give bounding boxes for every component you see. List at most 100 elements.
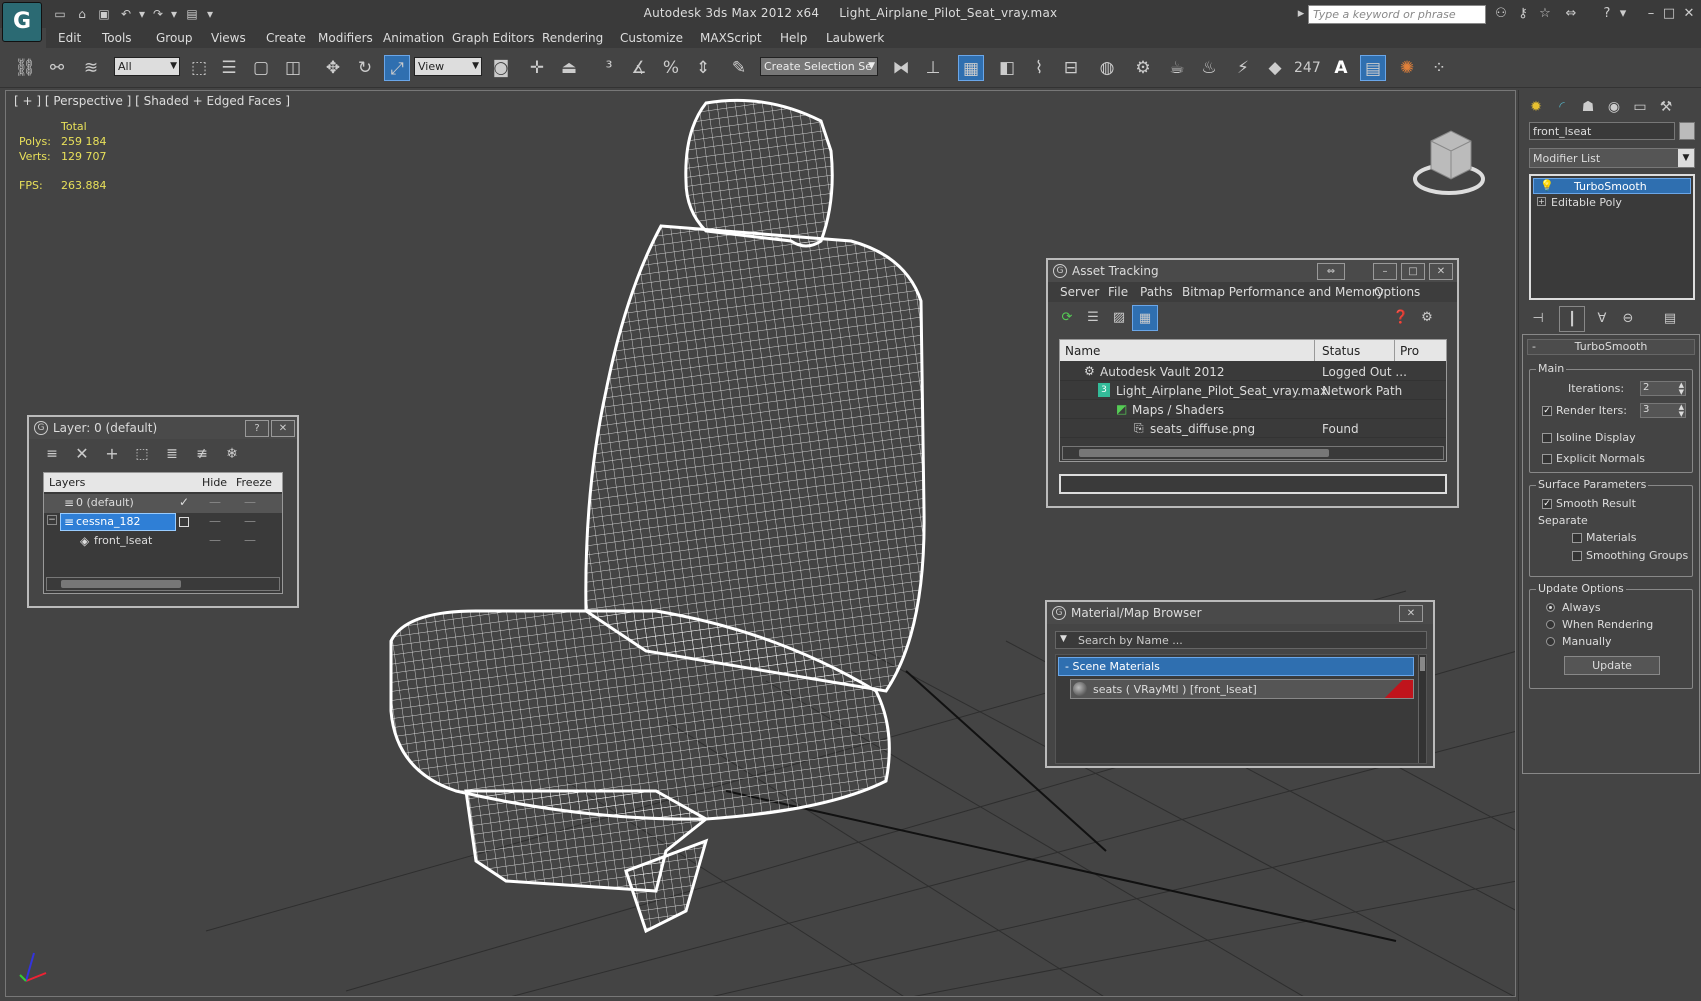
- text-tool-icon[interactable]: A: [1328, 55, 1354, 81]
- settings-icon[interactable]: ⚙: [1414, 305, 1440, 331]
- rendered-frame-window-icon[interactable]: ☕: [1164, 55, 1190, 81]
- material-search-input[interactable]: Search by Name ...: [1078, 634, 1183, 647]
- set-current-checkbox[interactable]: [179, 517, 189, 527]
- create-layer-icon[interactable]: ≡: [39, 441, 65, 467]
- undo-dropdown-icon[interactable]: ▾: [134, 6, 150, 22]
- pivot-center-icon[interactable]: ◙: [488, 55, 514, 81]
- update-when-rendering-radio[interactable]: [1546, 620, 1555, 629]
- column-layers[interactable]: Layers: [49, 476, 85, 489]
- asset-row[interactable]: ◩ Maps / Shaders: [1060, 400, 1446, 419]
- display-tab-icon[interactable]: ▭: [1627, 94, 1653, 120]
- binoculars-icon[interactable]: ⚇: [1492, 6, 1510, 22]
- stack-item-turbosmooth[interactable]: 💡 TurboSmooth: [1533, 178, 1691, 194]
- close-button[interactable]: ✕: [1429, 263, 1453, 280]
- asset-path-field[interactable]: [1059, 474, 1447, 494]
- separate-smoothing-groups-checkbox[interactable]: [1572, 551, 1582, 561]
- thumbnail-view-icon[interactable]: ▨: [1106, 305, 1132, 331]
- menu-create[interactable]: Create: [266, 31, 306, 45]
- particle-icon[interactable]: ✺: [1394, 55, 1420, 81]
- selection-filter-dropdown[interactable]: All ▼: [114, 57, 180, 76]
- close-button[interactable]: ✕: [1399, 605, 1423, 622]
- project-folder-icon[interactable]: ▤: [184, 6, 200, 22]
- vault-help-icon[interactable]: ❓: [1388, 305, 1414, 331]
- modifier-list-dropdown[interactable]: Modifier List ▼: [1529, 148, 1695, 168]
- favorites-star-icon[interactable]: ☆: [1536, 6, 1554, 22]
- current-layer-check-icon[interactable]: ✓: [179, 495, 189, 509]
- minimize-icon[interactable]: –: [1642, 6, 1660, 22]
- column-hide[interactable]: Hide: [202, 476, 227, 489]
- scrollbar-thumb[interactable]: [61, 580, 181, 588]
- rollout-header[interactable]: - TurboSmooth: [1527, 339, 1695, 355]
- menu-views[interactable]: Views: [211, 31, 246, 45]
- redo-icon[interactable]: ↷: [150, 6, 166, 22]
- layer-row[interactable]: − ≡ cessna_182 — —: [44, 513, 282, 532]
- hide-toggle[interactable]: —: [209, 514, 221, 528]
- separate-materials-checkbox[interactable]: [1572, 533, 1582, 543]
- configure-modifier-sets-icon[interactable]: ▤: [1657, 306, 1683, 332]
- select-objects-icon[interactable]: ⬚: [129, 441, 155, 467]
- lightning-icon[interactable]: ⚡: [1230, 55, 1256, 81]
- vertical-scrollbar[interactable]: [1418, 655, 1426, 763]
- scene-materials-group[interactable]: - Scene Materials: [1058, 657, 1414, 676]
- horizontal-scrollbar[interactable]: [46, 577, 280, 591]
- smooth-result-checkbox[interactable]: ✓: [1542, 499, 1552, 509]
- create-tab-icon[interactable]: ✹: [1523, 94, 1549, 120]
- layer-manager-window[interactable]: G Layer: 0 (default) ? ✕ ≡ ✕ + ⬚ ≣ ≢ ❄ L…: [27, 415, 299, 608]
- save-file-icon[interactable]: ▣: [96, 6, 112, 22]
- spinner-arrows-icon[interactable]: ▲ ▼: [1679, 404, 1684, 418]
- redo-dropdown-icon[interactable]: ▾: [166, 6, 182, 22]
- menu-animation[interactable]: Animation: [383, 31, 444, 45]
- edit-named-selection-icon[interactable]: ✎: [726, 55, 752, 81]
- select-manipulate-icon[interactable]: ✛: [524, 55, 550, 81]
- collapse-icon[interactable]: −: [47, 515, 57, 525]
- asset-row[interactable]: 3 Light_Airplane_Pilot_Seat_vray.max Net…: [1060, 381, 1446, 400]
- spinner-arrows-icon[interactable]: ▲ ▼: [1679, 382, 1684, 396]
- asset-row[interactable]: ⚙ Autodesk Vault 2012 Logged Out ...: [1060, 362, 1446, 381]
- spinner-snap-icon[interactable]: ⇕: [690, 55, 716, 81]
- minimize-button[interactable]: –: [1373, 263, 1397, 280]
- select-object-icon[interactable]: ⬚: [186, 55, 212, 81]
- update-manually-radio[interactable]: [1546, 637, 1555, 646]
- unlink-icon[interactable]: ⚯: [44, 55, 70, 81]
- render-production-icon[interactable]: ♨: [1196, 55, 1222, 81]
- refresh-icon[interactable]: ⟳: [1054, 305, 1080, 331]
- pin-stack-icon[interactable]: ⊣: [1525, 306, 1551, 332]
- hide-all-icon[interactable]: ≢: [189, 441, 215, 467]
- menu-laubwerk[interactable]: Laubwerk: [826, 31, 884, 45]
- add-to-layer-icon[interactable]: +: [99, 441, 125, 467]
- menu-server[interactable]: Server: [1060, 285, 1099, 299]
- table-view-icon[interactable]: ▦: [1132, 305, 1158, 331]
- light-bulb-icon[interactable]: 💡: [1540, 179, 1554, 192]
- layer-window-titlebar[interactable]: G Layer: 0 (default) ? ✕: [29, 417, 297, 439]
- viewport-label[interactable]: [ + ] [ Perspective ] [ Shaded + Edged F…: [14, 94, 290, 108]
- highlight-selected-icon[interactable]: ≣: [159, 441, 185, 467]
- application-menu-button[interactable]: G: [2, 2, 42, 42]
- menu-rendering[interactable]: Rendering: [542, 31, 603, 45]
- column-status[interactable]: Status: [1322, 344, 1360, 358]
- dock-toggle-button[interactable]: ⇔: [1317, 263, 1345, 280]
- asset-tracking-window[interactable]: G Asset Tracking ⇔ – □ ✕ Server File Pat…: [1046, 258, 1459, 508]
- scrollbar-thumb[interactable]: [1079, 449, 1329, 457]
- collapse-icon[interactable]: -: [1532, 340, 1536, 353]
- material-map-browser-window[interactable]: G Material/Map Browser ✕ ▼ Search by Nam…: [1045, 600, 1435, 768]
- object-name-field[interactable]: front_lseat: [1529, 122, 1675, 140]
- list-view-icon[interactable]: ☰: [1080, 305, 1106, 331]
- snaps-toggle-icon[interactable]: ³: [596, 55, 622, 81]
- reference-coordinate-dropdown[interactable]: View ▼: [414, 57, 482, 76]
- menu-maxscript[interactable]: MAXScript: [700, 31, 762, 45]
- hide-toggle[interactable]: —: [209, 533, 221, 547]
- freeze-all-icon[interactable]: ❄: [219, 441, 245, 467]
- motion-tab-icon[interactable]: ◉: [1601, 94, 1627, 120]
- layer-row[interactable]: ≡ 0 (default) ✓ — —: [44, 494, 282, 513]
- quick-access-dropdown-icon[interactable]: ▾: [202, 6, 218, 22]
- named-selection-set-dropdown[interactable]: Create Selection Se ▼: [760, 57, 878, 76]
- explicit-normals-checkbox[interactable]: [1542, 454, 1552, 464]
- select-and-rotate-icon[interactable]: ↻: [352, 55, 378, 81]
- menu-edit[interactable]: Edit: [58, 31, 81, 45]
- layer-manager-icon[interactable]: ▦: [958, 55, 984, 81]
- menu-tools[interactable]: Tools: [102, 31, 132, 45]
- menu-customize[interactable]: Customize: [620, 31, 683, 45]
- hide-toggle[interactable]: —: [209, 495, 221, 509]
- keyword-search-input[interactable]: Type a keyword or phrase: [1308, 5, 1486, 24]
- mirror-icon[interactable]: ⧓: [888, 55, 914, 81]
